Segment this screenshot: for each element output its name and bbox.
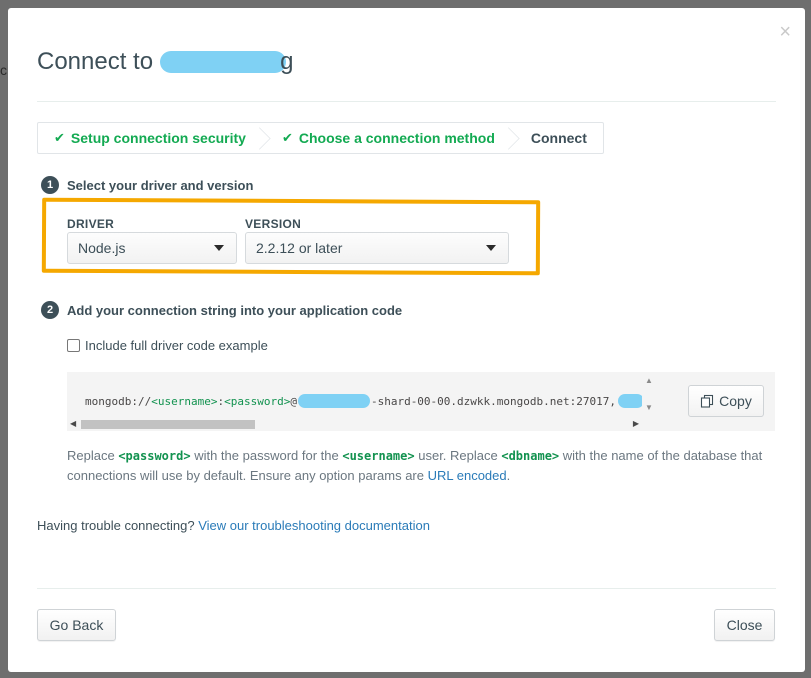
replace-instructions: Replace <password> with the password for… [67,446,767,486]
url-encoded-link[interactable]: URL encoded [428,468,507,483]
driver-select-value: Node.js [78,240,126,256]
connection-string[interactable]: mongodb:// <username> : <password> @ -sh… [85,394,644,408]
step-number-badge: 1 [41,176,59,194]
help-text: with the password for the [194,448,339,463]
wizard-step-label: Setup connection security [70,130,246,146]
checkmark-icon: ✔ [281,130,293,145]
wizard-steps: ✔ Setup connection security ✔ Choose a c… [37,122,604,154]
redacted-cluster-name [160,51,287,73]
vertical-scrollbar[interactable]: ▲ ▼ [642,372,656,417]
caret-down-icon [214,245,224,251]
redacted-host-2 [618,394,644,408]
connection-string-box[interactable]: mongodb:// <username> : <password> @ -sh… [67,372,656,431]
include-driver-code-row: Include full driver code example [67,338,268,353]
background-text-fragment: c [0,62,7,78]
code-username-token: <username> [151,394,218,408]
help-username-token: <username> [342,449,415,463]
code-colon: : [217,394,225,408]
code-password-token: <password> [224,394,291,408]
version-select-value: 2.2.12 or later [256,240,343,256]
code-host-suffix: -shard-00-00.dzwkk.mongodb.net:27017, [370,394,616,408]
close-button[interactable]: Close [714,609,775,641]
wizard-step-setup-security[interactable]: ✔ Setup connection security [38,123,262,153]
troubleshooting-text: Having trouble connecting? [37,518,195,533]
step2-heading: 2 Add your connection string into your a… [41,301,402,319]
help-text: user. Replace [418,448,498,463]
step1-heading-text: Select your driver and version [67,177,254,193]
copy-button[interactable]: Copy [688,385,764,417]
include-driver-code-checkbox[interactable] [67,339,80,352]
scroll-down-arrow-icon[interactable]: ▼ [645,403,653,412]
driver-label: DRIVER [67,217,115,231]
connect-modal: × Connect to g ✔ Setup connection securi… [8,8,805,672]
version-label: VERSION [245,217,302,231]
driver-select[interactable]: Node.js [67,232,237,264]
connection-string-panel: mongodb:// <username> : <password> @ -sh… [67,372,775,431]
wizard-step-label: Choose a connection method [298,130,495,146]
step2-heading-text: Add your connection string into your app… [67,302,403,318]
scroll-up-arrow-icon[interactable]: ▲ [645,376,653,385]
wizard-step-connection-method[interactable]: ✔ Choose a connection method [262,123,511,153]
help-password-token: <password> [118,449,191,463]
checkmark-icon: ✔ [54,130,65,145]
help-text: Replace [67,448,115,463]
title-divider [37,101,776,102]
scroll-left-arrow-icon[interactable]: ◀ [70,419,76,428]
step-number-badge: 2 [41,301,59,319]
copy-icon [701,394,714,408]
redacted-host [297,394,370,408]
version-select[interactable]: 2.2.12 or later [245,232,509,264]
horizontal-scroll-thumb[interactable] [81,420,255,429]
help-text: . [506,468,511,483]
code-prefix: mongodb:// [85,394,152,408]
footer-divider [37,588,776,589]
step1-heading: 1 Select your driver and version [41,176,253,194]
include-driver-code-label[interactable]: Include full driver code example [85,338,268,353]
modal-title-text: Connect to [37,48,154,75]
code-at: @ [290,394,297,408]
wizard-step-connect[interactable]: Connect [511,123,603,153]
scroll-right-arrow-icon[interactable]: ▶ [633,419,639,428]
modal-title-fragment: g [280,48,294,75]
troubleshooting-docs-link[interactable]: View our troubleshooting documentation [198,518,430,533]
caret-down-icon [486,245,496,251]
troubleshooting-line: Having trouble connecting? View our trou… [37,518,430,533]
modal-title: Connect to g [37,48,293,76]
copy-button-label: Copy [719,393,752,409]
close-icon[interactable]: × [779,22,791,42]
horizontal-scrollbar[interactable]: ◀ ▶ [67,417,642,431]
go-back-button[interactable]: Go Back [37,609,116,641]
help-dbname-token: <dbname> [501,449,560,463]
wizard-step-label: Connect [530,130,587,146]
